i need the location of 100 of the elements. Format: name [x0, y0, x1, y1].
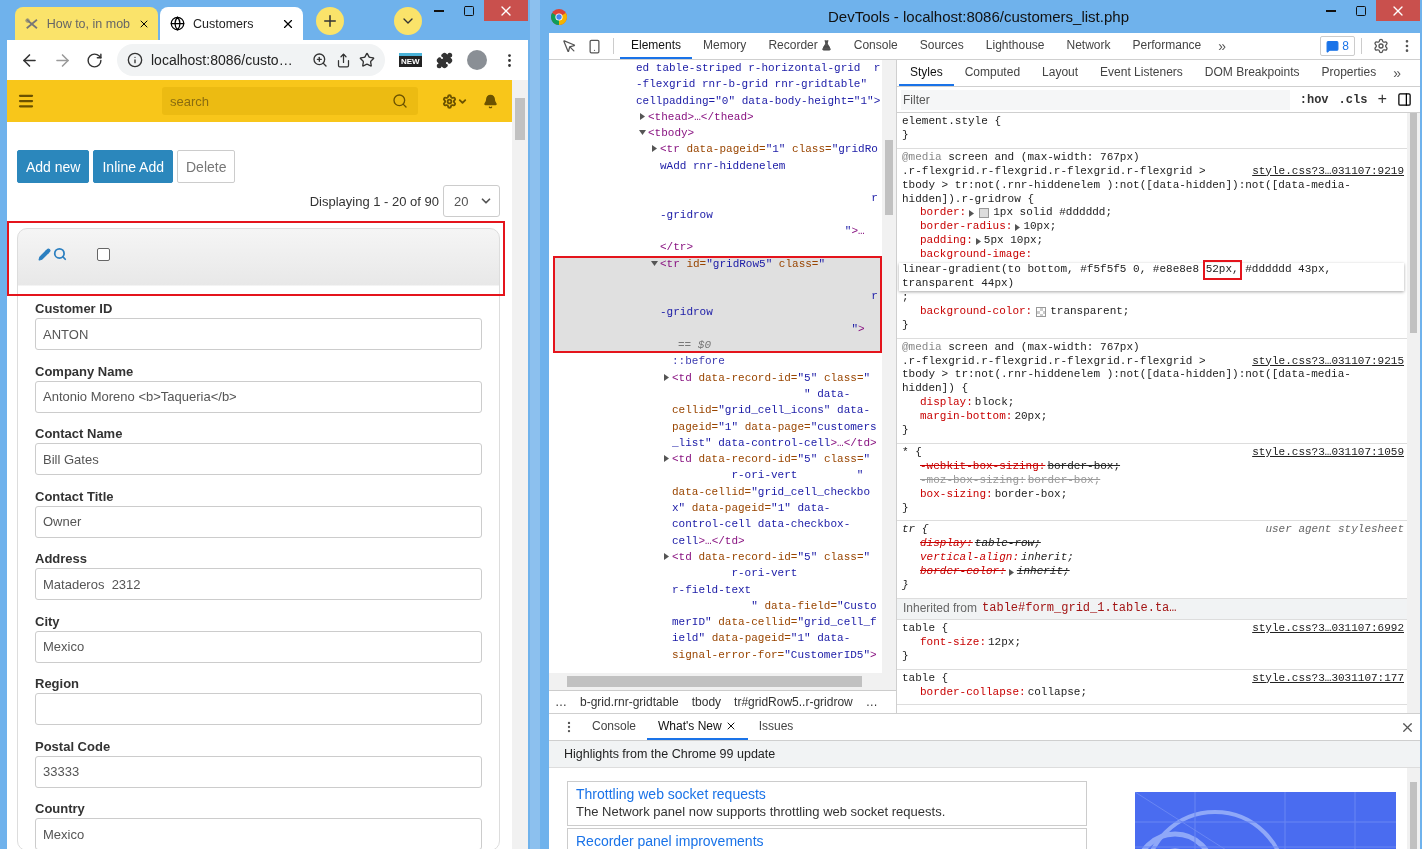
source-link[interactable]: style.css?3…031107:9219: [1252, 164, 1407, 179]
input-field[interactable]: Antonio Moreno <b>Taqueria</b>: [35, 380, 482, 413]
styles-tab[interactable]: Computed: [953, 60, 1032, 86]
input-field[interactable]: Mataderos 2312: [35, 568, 482, 600]
input-field[interactable]: [35, 693, 482, 725]
input-field[interactable]: ANTON: [35, 318, 482, 350]
drawer-tab[interactable]: Console: [581, 714, 648, 740]
source-link[interactable]: style.css?3…031107:9215: [1252, 354, 1407, 369]
devtools-tab[interactable]: Network: [1055, 33, 1122, 59]
search-icon[interactable]: [53, 247, 67, 261]
breadcrumb[interactable]: tbody: [691, 695, 722, 709]
expand-triangle-icon[interactable]: [662, 455, 670, 463]
news-link[interactable]: Recorder panel improvements: [576, 833, 1078, 849]
drawer-tab[interactable]: Issues: [747, 714, 805, 740]
input-field[interactable]: Mexico: [35, 630, 482, 663]
scrollbar[interactable]: [512, 80, 528, 849]
issues-button[interactable]: 8: [1320, 36, 1355, 56]
action-button[interactable]: Delete: [177, 150, 236, 183]
new-tab-button[interactable]: [316, 7, 344, 35]
bell-icon[interactable]: [483, 93, 498, 109]
action-button[interactable]: Add new: [17, 150, 90, 183]
expand-triangle-icon[interactable]: [662, 552, 670, 560]
expand-triangle-icon[interactable]: [1007, 568, 1015, 576]
news-link[interactable]: Throttling web socket requests: [576, 786, 1078, 802]
styles-tab[interactable]: Event Listeners: [1089, 60, 1194, 86]
class-button[interactable]: .cls: [1338, 92, 1368, 107]
share-icon[interactable]: [336, 52, 351, 68]
input-field[interactable]: Owner: [35, 505, 482, 538]
collapse-triangle-icon[interactable]: [650, 259, 658, 267]
browser-tab[interactable]: Customers: [160, 7, 303, 40]
expand-triangle-icon[interactable]: [638, 112, 646, 120]
input-field[interactable]: Mexico: [35, 818, 482, 849]
expand-triangle-icon[interactable]: [1014, 223, 1022, 231]
expand-triangle-icon[interactable]: [968, 209, 976, 217]
scrollbar[interactable]: [549, 673, 896, 690]
source-link[interactable]: style.css?3…031107:6992: [1252, 621, 1407, 636]
avatar[interactable]: [466, 50, 487, 70]
reload-icon[interactable]: [86, 51, 103, 69]
search-field[interactable]: search: [162, 87, 418, 115]
scrollbar[interactable]: [882, 60, 896, 673]
breadcrumb[interactable]: …: [555, 695, 567, 709]
dom-node-row[interactable]: ed table-striped r-horizontal-grid r -flexgrid rnr-b-grid rnr-gridtable" cellpadding="0" data-body-height="1">: [553, 60, 882, 109]
styles-tab[interactable]: DOM Breakpoints: [1193, 60, 1311, 86]
expand-triangle-icon[interactable]: [650, 145, 658, 153]
source-link[interactable]: style.css?3…3031107:177: [1252, 671, 1407, 686]
styles-tab[interactable]: Layout: [1031, 60, 1090, 86]
devtools-tab[interactable]: Memory: [692, 33, 758, 59]
dom-node-row[interactable]: <tr id="gridRow5" class=" r -gridrow "> == $0: [553, 255, 882, 354]
dom-node-row[interactable]: <tr data-pageid="1" class="gridRo wAdd rnr-hiddenelem r -gridrow ">…: [553, 141, 882, 240]
inherited-selector[interactable]: table#form_grid_1.table.ta…: [982, 602, 1177, 616]
dom-node-row[interactable]: <thead>…</thead>: [553, 108, 882, 126]
browser-tab[interactable]: How to, in mob: [15, 7, 158, 40]
devtools-tab[interactable]: Recorder: [757, 33, 843, 59]
sidebar-toggle-icon[interactable]: [1397, 92, 1412, 107]
color-swatch[interactable]: [1036, 306, 1047, 317]
star-icon[interactable]: [359, 52, 375, 68]
devtools-tab[interactable]: Performance: [1121, 33, 1213, 59]
expand-triangle-icon[interactable]: [974, 237, 982, 245]
dom-node-row[interactable]: <td data-record-id="5" class=" " data- cellid="grid_cell_icons" data- pageid="1" data-page="customers _list" data-control-cell>…</td>: [553, 369, 882, 452]
device-icon[interactable]: [587, 38, 602, 54]
collapse-triangle-icon[interactable]: [638, 129, 646, 137]
inspect-icon[interactable]: [562, 38, 577, 54]
css-selector: hidden]) {: [902, 382, 968, 397]
info-icon[interactable]: [127, 52, 143, 68]
more-tabs[interactable]: »: [1387, 60, 1407, 86]
address-bar[interactable]: localhost:8086/custo…: [117, 44, 385, 76]
breadcrumb[interactable]: tr#gridRow5..r-gridrow: [734, 695, 853, 709]
action-button[interactable]: Inline Add: [93, 150, 173, 183]
page-size-select[interactable]: 20: [443, 185, 500, 217]
more-tabs[interactable]: »: [1212, 33, 1233, 59]
filter-field[interactable]: Filter: [901, 89, 1290, 110]
row-checkbox[interactable]: [97, 247, 110, 261]
color-swatch[interactable]: [979, 208, 990, 219]
extension-icon[interactable]: NEW: [399, 53, 422, 67]
input-field[interactable]: Bill Gates: [35, 443, 482, 475]
source-link[interactable]: style.css?3…031107:1059: [1252, 445, 1407, 460]
menu-icon[interactable]: [17, 92, 35, 110]
settings-icon[interactable]: [1373, 38, 1389, 54]
devtools-tab[interactable]: Console: [842, 33, 909, 59]
dom-node-row[interactable]: <tbody>: [553, 125, 882, 142]
input-field[interactable]: 33333: [35, 755, 482, 788]
new-rule-button[interactable]: +: [1377, 90, 1387, 109]
devtools-tab[interactable]: Lighthouse: [974, 33, 1056, 59]
breadcrumb[interactable]: b-grid.rnr-gridtable: [580, 695, 679, 709]
expand-triangle-icon[interactable]: [662, 373, 670, 381]
gear-icon[interactable]: [442, 93, 457, 109]
zoom-icon[interactable]: [312, 52, 328, 68]
scrollbar[interactable]: [1407, 113, 1420, 713]
puzzle-icon[interactable]: [435, 51, 453, 69]
dom-node-row[interactable]: <td data-record-id="5" class=" r-ori-vert r-field-text " data-field="Custo merID" data-cellid="grid_cell_f ield" data-pageid="1" data- signal-error-for="CustomerID5">: [553, 548, 882, 663]
devtools-tab[interactable]: Sources: [908, 33, 975, 59]
value-editor[interactable]: linear-gradient(to bottom, #f5f5f5 0, #e8e8e8 52px, #dddddd 43px, transparent 44px): [899, 263, 1404, 291]
hover-state-button[interactable]: :hov: [1299, 92, 1329, 107]
breadcrumb[interactable]: …: [865, 695, 878, 709]
styles-tab[interactable]: Styles: [899, 60, 954, 86]
devtools-tab[interactable]: Elements: [620, 33, 693, 59]
edit-icon[interactable]: [38, 247, 51, 261]
dom-node-row[interactable]: ::before: [553, 353, 882, 370]
styles-tab[interactable]: Properties: [1310, 60, 1388, 86]
dom-node-row[interactable]: <td data-record-id="5" class=" r-ori-vert " data-cellid="grid_cell_checkbo x" data-pageid="1" data- control-cell data-checkbox- cell>…</td>: [553, 451, 882, 549]
